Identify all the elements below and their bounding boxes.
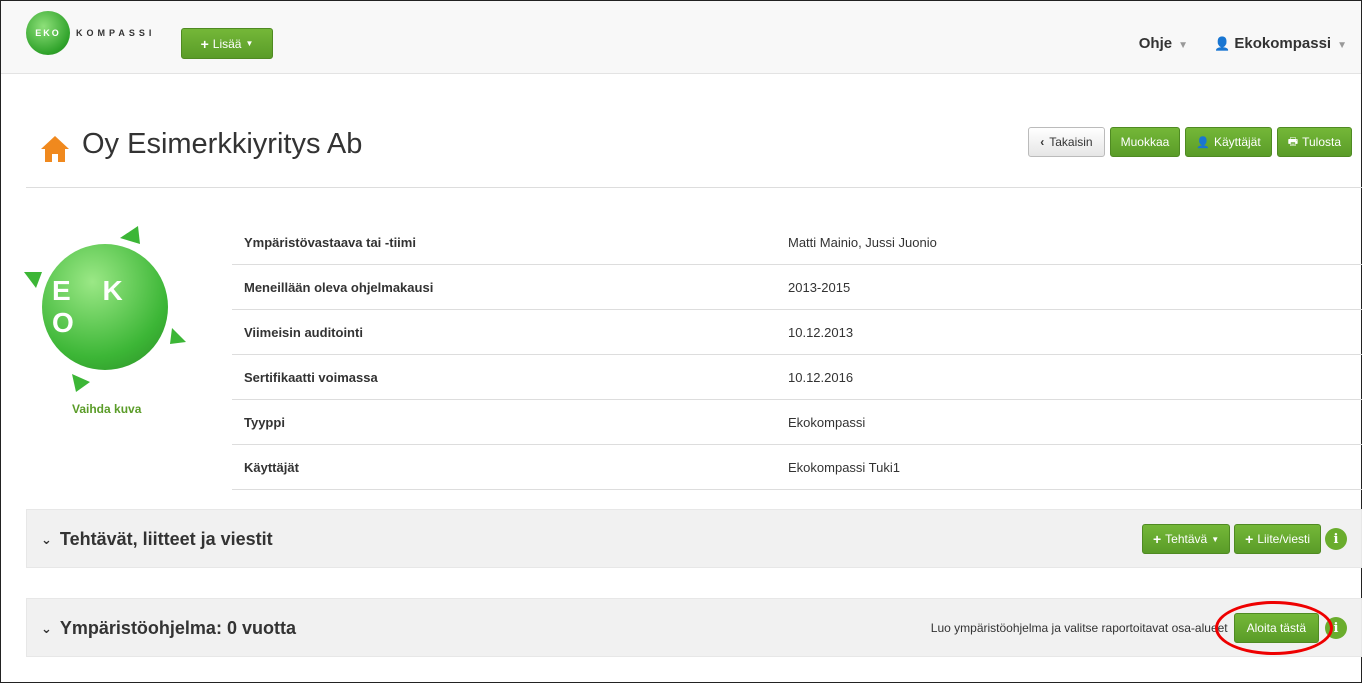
change-image-link[interactable]: Vaihda kuva: [72, 402, 141, 416]
user-menu-label: Ekokompassi: [1234, 35, 1332, 52]
logo-mark: EKO: [35, 28, 61, 38]
tasks-panel-title: Tehtävät, liitteet ja viestit: [59, 529, 273, 549]
info-label: Viimeisin auditointi: [244, 324, 363, 340]
user-menu[interactable]: 👤 Ekokompassi ▼: [1214, 35, 1347, 52]
caret-down-icon: ▼: [1178, 40, 1189, 51]
start-program-button[interactable]: Aloita tästä: [1233, 613, 1319, 643]
printer-icon: 🖶: [1287, 135, 1299, 148]
eko-text: E K O: [52, 275, 135, 338]
table-row: Ympäristövastaava tai -tiimi Matti Maini…: [232, 220, 1362, 265]
help-menu-label: Ohje: [1138, 35, 1173, 52]
table-row: Viimeisin auditointi 10.12.2013: [232, 310, 1362, 355]
home-icon: [41, 136, 69, 162]
app-logo[interactable]: EKO KOMPASSI: [26, 11, 155, 55]
info-label: Käyttäjät: [244, 459, 299, 475]
help-menu[interactable]: Ohje ▼: [1139, 35, 1188, 52]
table-row: Meneillään oleva ohjelmakausi 2013-2015: [232, 265, 1362, 310]
add-menu-label: Lisää: [212, 36, 242, 51]
tasks-panel: ⌄ Tehtävät, liitteet ja viestit + Tehtäv…: [26, 509, 1362, 568]
eko-globe: E K O: [42, 244, 168, 370]
info-label: Sertifikaatti voimassa: [244, 369, 378, 385]
table-row: Tyyppi Ekokompassi: [232, 400, 1362, 445]
caret-down-icon: ▼: [245, 39, 254, 48]
users-button[interactable]: 👤 Käyttäjät: [1185, 127, 1272, 157]
program-panel-toggle[interactable]: ⌄ Ympäristöohjelma: 0 vuotta: [41, 618, 296, 639]
info-icon[interactable]: i: [1325, 617, 1347, 639]
logo-text: KOMPASSI: [76, 28, 156, 38]
logo-globe: EKO: [26, 11, 70, 55]
plus-icon: +: [200, 35, 209, 52]
info-icon[interactable]: i: [1325, 528, 1347, 550]
info-value: Ekokompassi Tuki1: [788, 459, 900, 475]
back-button[interactable]: ‹ Takaisin: [1028, 127, 1105, 157]
add-task-label: Tehtävä: [1165, 532, 1208, 546]
info-value: 2013-2015: [788, 279, 851, 295]
program-panel-title: Ympäristöohjelma: 0 vuotta: [59, 618, 296, 638]
info-label: Meneillään oleva ohjelmakausi: [244, 279, 434, 295]
company-image: E K O: [20, 222, 190, 392]
chevron-left-icon: ‹: [1040, 135, 1045, 149]
plus-icon: +: [1152, 531, 1162, 547]
chevron-down-icon: ⌄: [41, 620, 52, 636]
table-row: Sertifikaatti voimassa 10.12.2016: [232, 355, 1362, 400]
start-program-label: Aloita tästä: [1246, 621, 1306, 635]
tasks-panel-toggle[interactable]: ⌄ Tehtävät, liitteet ja viestit: [41, 529, 273, 550]
program-hint: Luo ympäristöohjelma ja valitse raportoi…: [930, 621, 1228, 635]
page-title: Oy Esimerkkiyritys Ab: [82, 128, 363, 160]
user-icon: 👤: [1214, 36, 1231, 51]
info-value: 10.12.2013: [788, 324, 854, 340]
caret-down-icon: ▼: [1211, 534, 1220, 544]
add-attachment-label: Liite/viesti: [1257, 532, 1310, 546]
back-button-label: Takaisin: [1049, 135, 1093, 149]
company-info-table: Ympäristövastaava tai -tiimi Matti Maini…: [232, 220, 1362, 490]
users-button-label: Käyttäjät: [1214, 135, 1261, 149]
info-value: Matti Mainio, Jussi Juonio: [788, 234, 937, 250]
info-label: Ympäristövastaava tai -tiimi: [244, 234, 416, 250]
print-button[interactable]: 🖶 Tulosta: [1276, 127, 1352, 157]
info-value: Ekokompassi: [788, 414, 866, 430]
program-panel: ⌄ Ympäristöohjelma: 0 vuotta Luo ympäris…: [26, 598, 1362, 657]
user-icon: 👤: [1196, 136, 1210, 149]
add-menu-button[interactable]: + Lisää ▼: [181, 28, 273, 59]
caret-down-icon: ▼: [1337, 40, 1347, 51]
info-value: 10.12.2016: [788, 369, 854, 385]
plus-icon: +: [1245, 531, 1254, 547]
top-navbar: EKO KOMPASSI + Lisää ▼ Ohje ▼ 👤 Ekokompas…: [1, 1, 1361, 74]
add-attachment-button[interactable]: + Liite/viesti: [1234, 524, 1321, 554]
edit-button[interactable]: Muokkaa: [1109, 127, 1181, 157]
edit-button-label: Muokkaa: [1120, 135, 1170, 149]
add-task-button[interactable]: + Tehtävä ▼: [1141, 524, 1231, 554]
page-header: Oy Esimerkkiyritys Ab ‹ Takaisin Muokkaa…: [26, 110, 1362, 188]
chevron-down-icon: ⌄: [41, 531, 52, 547]
print-button-label: Tulosta: [1302, 135, 1341, 149]
table-row: Käyttäjät Ekokompassi Tuki1: [232, 445, 1362, 490]
info-label: Tyyppi: [244, 414, 285, 430]
